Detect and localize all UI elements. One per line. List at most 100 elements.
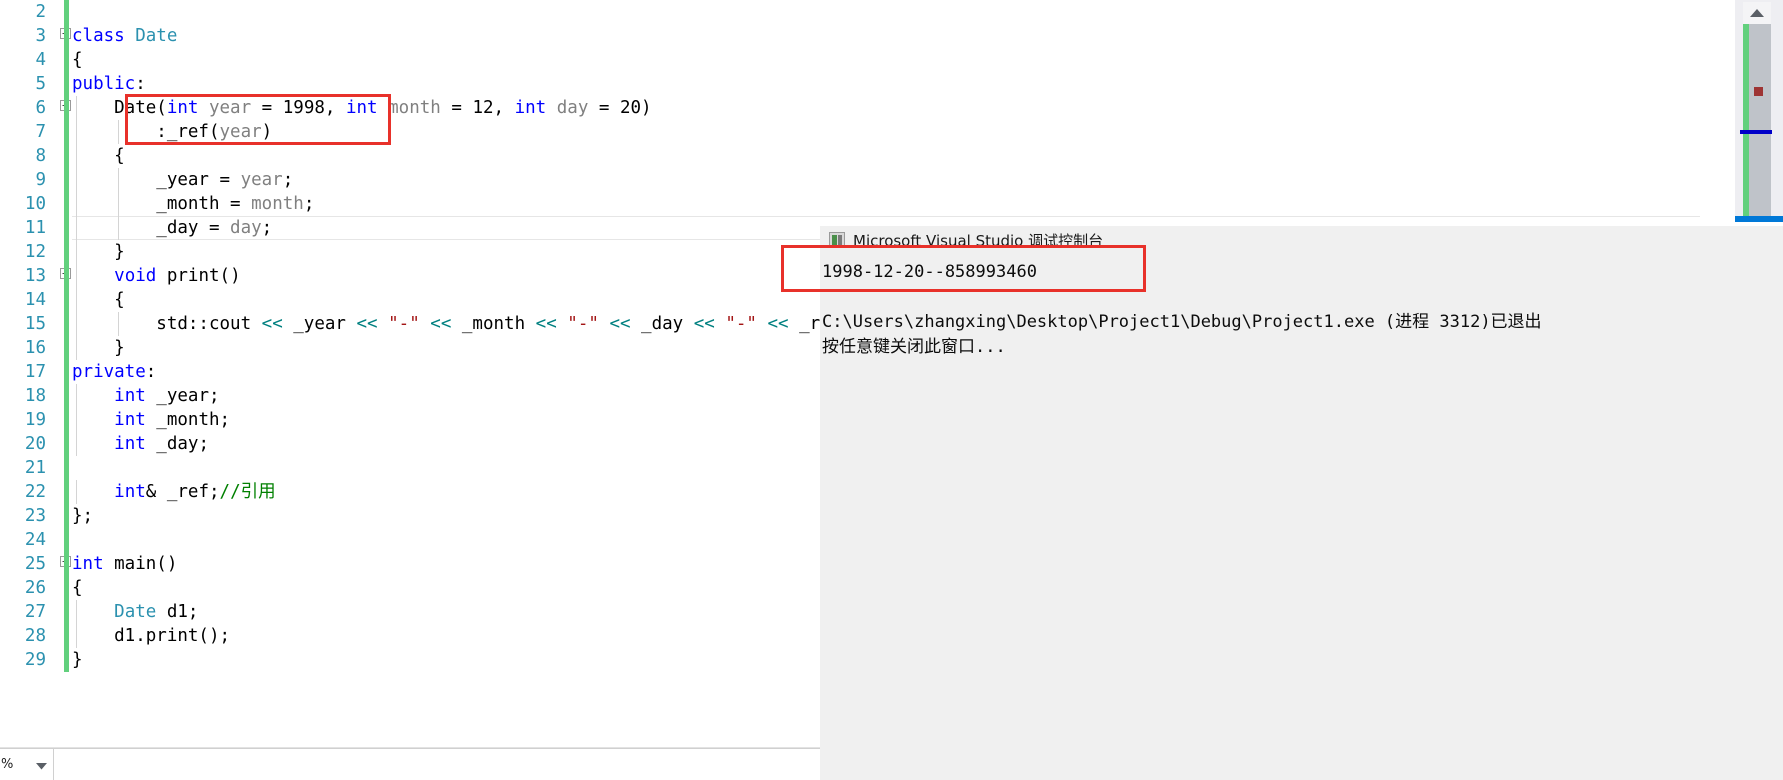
code-token: << bbox=[356, 314, 378, 334]
code-token: << bbox=[609, 314, 631, 334]
console-output-line: 按任意键关闭此窗口... bbox=[822, 337, 1006, 357]
code-token: int bbox=[72, 554, 104, 574]
code-text[interactable]: int _year; bbox=[72, 384, 219, 408]
line-change-bar bbox=[64, 48, 69, 72]
console-output-line: C:\Users\zhangxing\Desktop\Project1\Debu… bbox=[822, 312, 1542, 332]
code-token: private bbox=[72, 362, 146, 382]
code-token: int bbox=[345, 98, 378, 118]
line-change-bar bbox=[64, 600, 69, 624]
code-text[interactable]: { bbox=[72, 576, 83, 600]
code-line[interactable]: 8 { bbox=[0, 144, 1700, 168]
code-text[interactable]: }; bbox=[72, 504, 93, 528]
code-text[interactable]: _year = year; bbox=[72, 168, 293, 192]
code-token: _month; bbox=[145, 410, 231, 430]
line-number: 23 bbox=[24, 506, 46, 526]
code-text[interactable]: class Date bbox=[72, 24, 177, 48]
code-token: { bbox=[72, 578, 83, 598]
scrollbar-caret-marker bbox=[1740, 130, 1772, 134]
line-number: 26 bbox=[24, 578, 46, 598]
code-text[interactable]: void print() bbox=[72, 264, 240, 288]
code-token: _day bbox=[630, 314, 694, 334]
line-number: 29 bbox=[24, 650, 46, 670]
line-number: 25 bbox=[24, 554, 46, 574]
code-token: } bbox=[72, 242, 125, 262]
line-change-bar bbox=[64, 384, 69, 408]
gutter-divider bbox=[58, 0, 59, 672]
code-text[interactable]: int _month; bbox=[72, 408, 230, 432]
code-text[interactable]: } bbox=[72, 648, 83, 672]
code-text[interactable]: } bbox=[72, 336, 125, 360]
line-change-bar bbox=[64, 168, 69, 192]
code-text[interactable]: } bbox=[72, 240, 125, 264]
line-change-bar bbox=[64, 432, 69, 456]
code-token: class bbox=[72, 26, 136, 46]
line-change-bar bbox=[64, 552, 69, 576]
code-token: int bbox=[114, 386, 146, 406]
code-text[interactable]: int _day; bbox=[72, 432, 209, 456]
code-line[interactable]: 10 _month = month; bbox=[0, 192, 1700, 216]
code-text[interactable]: Date d1; bbox=[72, 600, 198, 624]
chevron-down-icon[interactable] bbox=[36, 755, 47, 774]
zoom-level-dropdown[interactable]: % bbox=[0, 749, 54, 780]
line-number: 7 bbox=[35, 122, 46, 142]
code-token: } bbox=[72, 338, 125, 358]
console-titlebar[interactable]: Microsoft Visual Studio 调试控制台 bbox=[820, 226, 1783, 254]
code-token: Date bbox=[114, 602, 157, 622]
line-change-bar bbox=[64, 120, 69, 144]
line-change-bar bbox=[64, 648, 69, 672]
code-line[interactable]: 4{ bbox=[0, 48, 1700, 72]
code-text[interactable]: public: bbox=[72, 72, 146, 96]
code-line[interactable]: 5 public: bbox=[0, 72, 1700, 96]
vertical-scrollbar[interactable] bbox=[1735, 0, 1783, 216]
code-text[interactable]: { bbox=[72, 288, 125, 312]
line-change-bar bbox=[64, 192, 69, 216]
code-token: << bbox=[767, 314, 789, 334]
code-token: _day = bbox=[72, 218, 231, 238]
debug-console-window[interactable]: Microsoft Visual Studio 调试控制台 1998-12-20… bbox=[820, 226, 1783, 780]
code-text[interactable]: private: bbox=[72, 360, 156, 384]
code-token: _day; bbox=[145, 434, 209, 454]
code-token: ; bbox=[303, 194, 315, 214]
line-change-bar bbox=[64, 408, 69, 432]
code-token: _year bbox=[282, 314, 357, 334]
code-text[interactable]: Date(int year = 1998, int month = 12, in… bbox=[72, 96, 652, 120]
line-number: 20 bbox=[24, 434, 46, 454]
code-text[interactable]: { bbox=[72, 48, 83, 72]
code-line[interactable]: 6 Date(int year = 1998, int month = 12, … bbox=[0, 96, 1700, 120]
code-text[interactable]: std::cout << _year << "-" << _month << "… bbox=[72, 312, 841, 336]
code-token: _month bbox=[451, 314, 536, 334]
code-text[interactable]: :_ref(year) bbox=[72, 120, 272, 144]
code-text[interactable]: _month = month; bbox=[72, 192, 314, 216]
code-line[interactable]: 2 bbox=[0, 0, 1700, 24]
line-number: 2 bbox=[35, 2, 46, 22]
line-change-bar bbox=[64, 96, 69, 120]
code-token: = bbox=[588, 98, 620, 118]
code-text[interactable]: int main() bbox=[72, 552, 177, 576]
code-line[interactable]: 7 :_ref(year) bbox=[0, 120, 1700, 144]
code-line[interactable]: 9 _year = year; bbox=[0, 168, 1700, 192]
line-change-bar bbox=[64, 144, 69, 168]
line-change-bar bbox=[64, 336, 69, 360]
code-text[interactable]: int& _ref;//引用 bbox=[72, 480, 275, 504]
code-line[interactable]: 3 class Date bbox=[0, 24, 1700, 48]
console-output[interactable]: 1998-12-20--858993460 C:\Users\zhangxing… bbox=[820, 254, 1783, 780]
code-token: Date( bbox=[72, 98, 167, 118]
line-change-bar bbox=[64, 264, 69, 288]
code-text[interactable]: { bbox=[72, 144, 125, 168]
scrollbar-breakpoint-marker[interactable] bbox=[1754, 87, 1763, 96]
scroll-up-arrow-icon[interactable] bbox=[1743, 2, 1771, 24]
code-text[interactable]: d1.print(); bbox=[72, 624, 230, 648]
code-token: month bbox=[388, 98, 441, 118]
line-number: 15 bbox=[24, 314, 46, 334]
code-token: & _ref; bbox=[145, 482, 220, 502]
code-text[interactable]: _day = day; bbox=[72, 216, 272, 240]
line-number: 22 bbox=[24, 482, 46, 502]
console-app-icon bbox=[829, 232, 845, 248]
code-token: ) bbox=[641, 98, 652, 118]
